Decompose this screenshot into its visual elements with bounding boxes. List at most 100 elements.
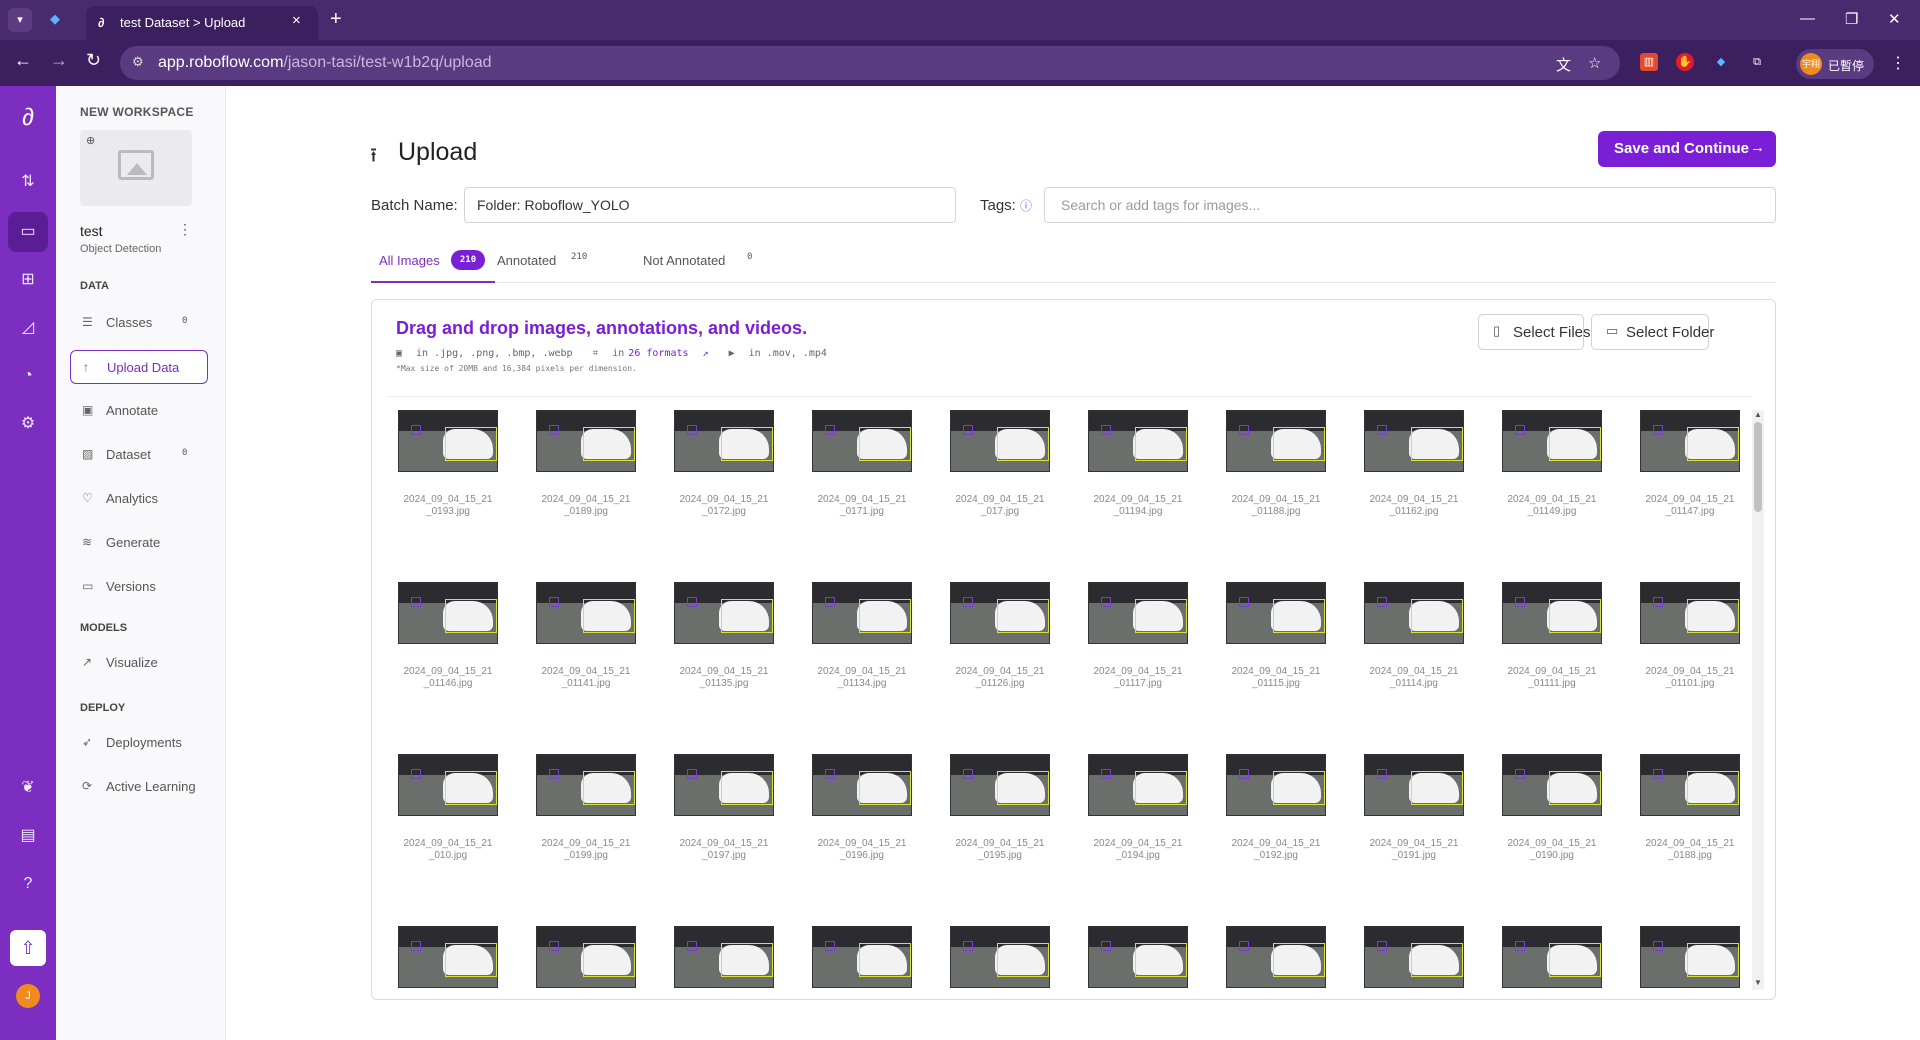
image-thumbnail[interactable] — [1364, 582, 1464, 644]
image-thumbnail[interactable] — [1226, 410, 1326, 472]
image-thumbnail[interactable] — [812, 582, 912, 644]
image-thumbnail[interactable] — [1502, 754, 1602, 816]
tab-all-images[interactable]: All Images 210 — [371, 241, 495, 283]
image-grid-item[interactable]: 2024_09_04_15_21 _01117.jpg — [1078, 582, 1198, 712]
project-options-icon[interactable]: ⋮ — [178, 221, 192, 238]
image-grid-item[interactable]: 2024_09_04_15_21 _01141.jpg — [526, 582, 646, 712]
scroll-down-icon[interactable]: ▼ — [1752, 978, 1764, 990]
rail-upload-icon[interactable]: ⇧ — [10, 930, 46, 966]
back-arrow-icon[interactable]: ← — [14, 50, 32, 71]
image-grid-item[interactable]: 2024_09_04_15_21 _0171.jpg — [802, 410, 922, 540]
image-thumbnail[interactable] — [1226, 582, 1326, 644]
image-grid-item[interactable]: 2024_09_04_15_21 _01147.jpg — [1630, 410, 1750, 540]
image-thumbnail[interactable] — [1640, 410, 1740, 472]
image-grid-item[interactable]: 2024_09_04_15_21 _0190.jpg — [1492, 754, 1612, 884]
image-thumbnail[interactable] — [1640, 926, 1740, 988]
tags-search-input[interactable] — [1044, 187, 1776, 223]
pinned-tab-gem-icon[interactable]: ◆ — [50, 11, 66, 27]
image-thumbnail[interactable] — [1226, 754, 1326, 816]
image-thumbnail[interactable] — [812, 926, 912, 988]
image-thumbnail[interactable] — [674, 410, 774, 472]
image-grid-item[interactable]: 2024_09_04_15_21 _017.jpg — [940, 410, 1060, 540]
image-grid-item[interactable]: 2024_09_04_15_21 _01101.jpg — [1630, 582, 1750, 712]
projects-inbox-icon[interactable]: ▭ — [14, 218, 42, 246]
image-thumbnail[interactable] — [1364, 926, 1464, 988]
image-thumbnail[interactable] — [536, 926, 636, 988]
select-files-button[interactable]: ▯ Select Files — [1478, 314, 1591, 350]
forward-arrow-icon[interactable]: → — [50, 50, 68, 71]
image-thumbnail[interactable] — [536, 754, 636, 816]
image-grid-item[interactable]: 2024_09_04_15_21 _0191.jpg — [1354, 754, 1474, 884]
image-thumbnail[interactable] — [536, 410, 636, 472]
image-thumbnail[interactable] — [1088, 754, 1188, 816]
image-thumbnail[interactable] — [674, 582, 774, 644]
image-grid-item[interactable]: 2024_09_04_15_21 _0194.jpg — [1078, 754, 1198, 884]
image-thumbnail[interactable] — [674, 926, 774, 988]
restore-icon[interactable]: ❐ — [1845, 10, 1858, 28]
image-grid-item[interactable]: 2024_09_04_15_21 _0195.jpg — [940, 754, 1060, 884]
image-grid-item[interactable]: 2024_09_04_15_21 _0196.jpg — [802, 754, 922, 884]
bookmark-star-icon[interactable]: ☆ — [1588, 54, 1601, 72]
image-thumbnail[interactable] — [398, 582, 498, 644]
select-folder-button[interactable]: ▭ Select Folder — [1591, 314, 1714, 350]
docs-library-icon[interactable]: ▤ — [14, 822, 42, 850]
window-close-icon[interactable]: ✕ — [1888, 10, 1901, 28]
sidebar-item-dataset[interactable]: ▨ Dataset 0 — [70, 438, 208, 472]
image-grid-item[interactable]: 2024_09_04_15_21 _01111.jpg — [1492, 582, 1612, 712]
image-thumbnail[interactable] — [950, 410, 1050, 472]
image-grid-item[interactable]: 2024_09_04_15_21 _0172.jpg — [664, 410, 784, 540]
annotation-formats-link[interactable]: 26 formats — [628, 348, 688, 359]
sidebar-item-deployments[interactable]: ➶ Deployments — [70, 726, 208, 760]
extension-hand-icon[interactable]: ✋ — [1676, 53, 1694, 71]
image-thumbnail[interactable] — [1502, 582, 1602, 644]
image-thumbnail[interactable] — [674, 754, 774, 816]
image-thumbnail[interactable] — [1088, 926, 1188, 988]
image-grid-item[interactable]: 2024_09_04_15_21 _0197.jpg — [664, 754, 784, 884]
image-grid-scrollbar[interactable]: ▲ ▼ — [1752, 410, 1764, 990]
extensions-puzzle-icon[interactable]: ⧉ — [1748, 53, 1766, 71]
file-dropzone[interactable]: Drag and drop images, annotations, and v… — [371, 299, 1776, 1000]
tab-not-annotated[interactable]: Not Annotated 0 — [635, 241, 755, 283]
reload-icon[interactable]: ↻ — [86, 50, 101, 71]
image-grid-item[interactable]: 2024_09_04_15_21 _010.jpg — [388, 754, 508, 884]
image-grid-item[interactable]: 2024_09_04_15_21 _0199.jpg — [526, 754, 646, 884]
scroll-up-icon[interactable]: ▲ — [1752, 410, 1764, 422]
image-grid-item[interactable]: 2024_09_04_15_21 _01134.jpg — [802, 582, 922, 712]
sidebar-item-visualize[interactable]: ↗ Visualize — [70, 646, 208, 680]
image-grid-item[interactable]: 2024_09_04_15_21 _01194.jpg — [1078, 410, 1198, 540]
user-avatar[interactable]: J — [16, 984, 40, 1008]
minimize-icon[interactable]: — — [1800, 10, 1815, 27]
image-grid-item[interactable] — [664, 926, 784, 990]
sidebar-item-generate[interactable]: ≋ Generate — [70, 526, 208, 560]
roboflow-logo-icon[interactable]: ∂ — [14, 104, 42, 132]
image-grid-item[interactable] — [1354, 926, 1474, 990]
save-and-continue-button[interactable]: Save and Continue → — [1598, 131, 1776, 167]
tags-info-icon[interactable]: ⓘ — [1020, 197, 1032, 214]
site-info-icon[interactable]: ⚙ — [132, 54, 144, 70]
help-icon[interactable]: ? — [14, 870, 42, 898]
tab-annotated[interactable]: Annotated 210 — [489, 241, 593, 283]
batch-name-input[interactable] — [464, 187, 956, 223]
browser-tab-active[interactable]: ∂ test Dataset > Upload × — [86, 6, 318, 40]
image-grid-item[interactable] — [802, 926, 922, 990]
profile-button[interactable]: 宇翔 已暫停 — [1796, 49, 1874, 79]
image-thumbnail[interactable] — [1088, 410, 1188, 472]
scroll-thumb[interactable] — [1754, 422, 1762, 512]
image-thumbnail[interactable] — [1226, 926, 1326, 988]
sidebar-item-analytics[interactable]: ♡ Analytics — [70, 482, 208, 516]
image-thumbnail[interactable] — [1088, 582, 1188, 644]
image-thumbnail[interactable] — [950, 582, 1050, 644]
image-grid-item[interactable] — [1216, 926, 1336, 990]
image-thumbnail[interactable] — [1640, 754, 1740, 816]
notifications-bell-icon[interactable]: ◔ — [14, 362, 42, 390]
image-grid-item[interactable]: 2024_09_04_15_21 _0189.jpg — [526, 410, 646, 540]
image-grid-item[interactable] — [388, 926, 508, 990]
image-thumbnail[interactable] — [1364, 410, 1464, 472]
image-grid-item[interactable]: 2024_09_04_15_21 _01114.jpg — [1354, 582, 1474, 712]
image-grid-item[interactable]: 2024_09_04_15_21 _0188.jpg — [1630, 754, 1750, 884]
new-tab-plus-icon[interactable]: + — [330, 8, 342, 31]
translate-icon[interactable]: 文 — [1556, 54, 1571, 75]
image-grid-item[interactable] — [526, 926, 646, 990]
extension-gem-icon[interactable]: ◆ — [1712, 53, 1730, 71]
sidebar-item-upload-data[interactable]: ↑ Upload Data — [70, 350, 208, 384]
